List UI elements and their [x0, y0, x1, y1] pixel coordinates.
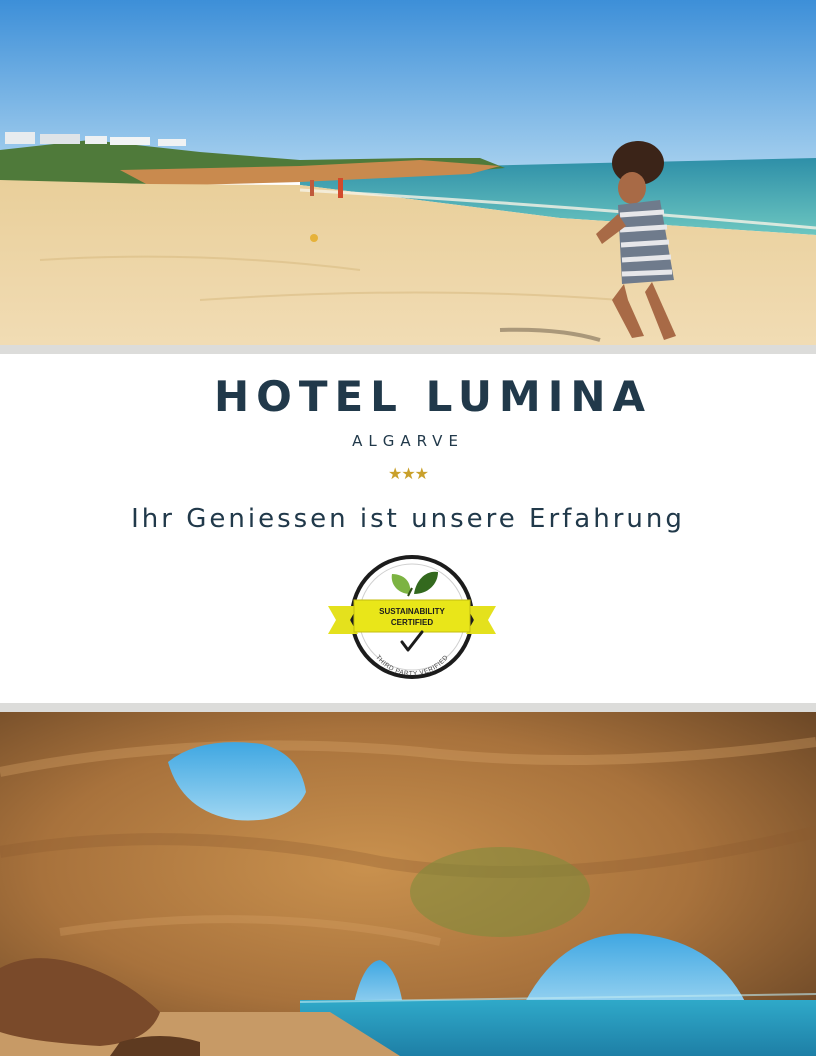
- bottom-divider: [0, 703, 816, 712]
- top-divider: [0, 345, 816, 354]
- badge-line2: CERTIFIED: [391, 618, 433, 627]
- sea-cave-photo: [0, 712, 816, 1056]
- sustainability-badge: SUSTAINABILITY CERTIFIED THIRD PARTY VER…: [328, 554, 498, 680]
- hotel-title: HOTEL LUMINA: [213, 372, 653, 421]
- star-rating: ★★★: [387, 464, 429, 483]
- badge-line1: SUSTAINABILITY: [379, 607, 445, 616]
- hotel-tagline: Ihr Geniessen ist unsere Erfahrung: [131, 504, 685, 534]
- beach-photo: [0, 0, 816, 345]
- hotel-location: ALGARVE: [352, 432, 464, 450]
